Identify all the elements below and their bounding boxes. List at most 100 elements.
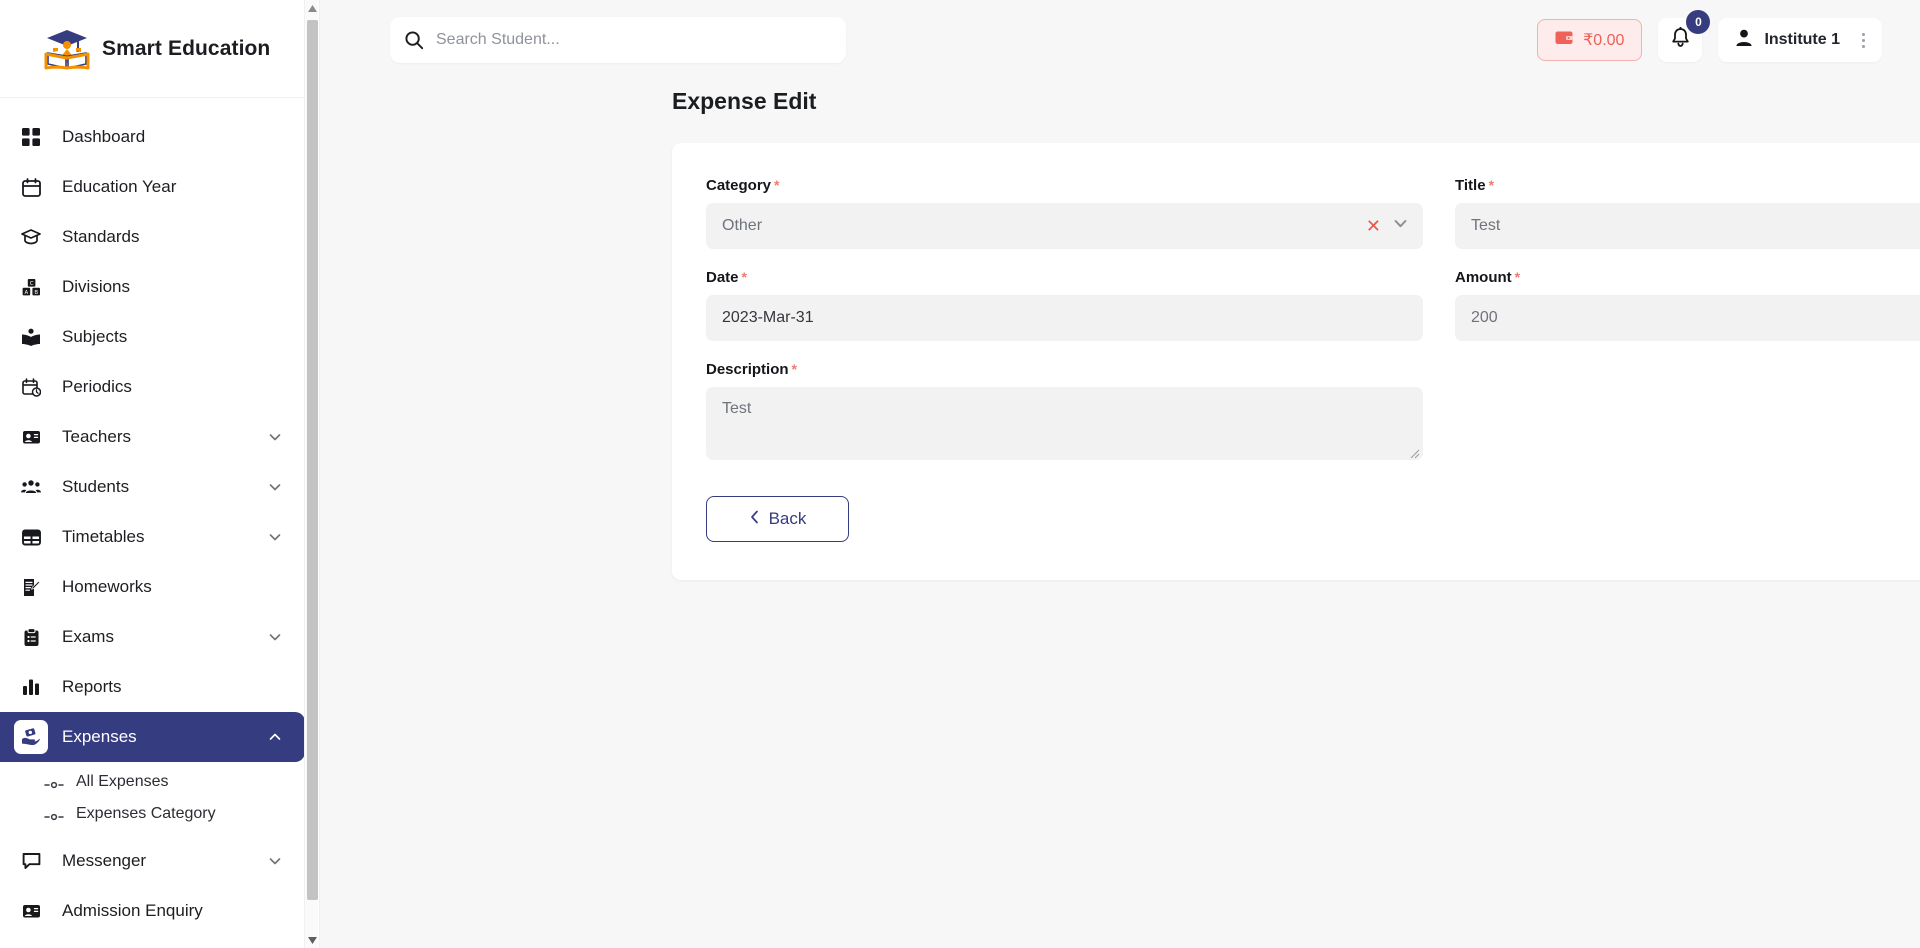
students-group-icon — [14, 470, 48, 504]
required-marker: * — [774, 177, 780, 193]
search-icon — [404, 30, 424, 50]
resize-handle-icon[interactable] — [1408, 446, 1420, 459]
required-marker: * — [741, 269, 747, 285]
chevron-down-icon — [267, 429, 283, 445]
sidebar: Smart Education Dashboard Education Year — [0, 0, 320, 948]
main-content: ₹0.00 0 Institute 1 Expense Edit — [320, 0, 1920, 948]
field-title: Title * Test — [1455, 177, 1920, 249]
bar-chart-icon — [14, 670, 48, 704]
wallet-amount: ₹0.00 — [1583, 32, 1625, 49]
description-textarea[interactable]: Test — [706, 387, 1423, 460]
open-book-icon — [14, 320, 48, 354]
scrollbar-thumb[interactable] — [307, 20, 318, 900]
sidebar-item-label: Admission Enquiry — [62, 901, 203, 920]
clipboard-list-icon — [14, 620, 48, 654]
search-input[interactable] — [436, 31, 832, 49]
sidebar-item-label: Timetables — [62, 527, 145, 546]
wallet-icon — [1555, 30, 1574, 50]
top-bar-actions: ₹0.00 0 Institute 1 — [1537, 10, 1882, 62]
chevron-left-icon — [749, 509, 760, 529]
sidebar-item-label: Messenger — [62, 851, 147, 870]
sidebar-item-education-year[interactable]: Education Year — [0, 162, 305, 212]
sidebar-item-reports[interactable]: Reports — [0, 662, 305, 712]
chevron-down-icon — [267, 529, 283, 545]
sidebar-item-admission-enquiry[interactable]: Admission Enquiry — [0, 886, 305, 936]
title-label: Title * — [1455, 177, 1920, 194]
hand-money-icon — [14, 720, 48, 754]
person-board-icon — [14, 894, 48, 928]
sidebar-item-students[interactable]: Students — [0, 462, 305, 512]
amount-label: Amount * — [1455, 269, 1920, 286]
sidebar-subitem-all-expenses[interactable]: All Expenses — [0, 766, 305, 798]
chevron-down-icon — [267, 853, 283, 869]
notification-badge: 0 — [1686, 10, 1711, 34]
sidebar-item-homeworks[interactable]: Homeworks — [0, 562, 305, 612]
expense-edit-form-card: Category * Other ✕ Title * Test Date * 2… — [672, 143, 1920, 580]
category-select[interactable]: Other ✕ — [706, 203, 1423, 249]
title-input[interactable]: Test — [1455, 203, 1920, 249]
top-bar: ₹0.00 0 Institute 1 — [320, 0, 1920, 80]
sidebar-item-label: Divisions — [62, 277, 131, 296]
sidebar-item-timetables[interactable]: Timetables — [0, 512, 305, 562]
form-actions: Back Submit — [706, 496, 1920, 542]
sidebar-subitem-label: Expenses Category — [76, 805, 216, 822]
title-label-text: Title — [1455, 177, 1486, 194]
amount-label-text: Amount — [1455, 269, 1512, 286]
user-avatar-icon — [1734, 28, 1754, 53]
brand-header[interactable]: Smart Education — [0, 0, 305, 98]
calendar-clock-icon — [14, 370, 48, 404]
back-button[interactable]: Back — [706, 496, 849, 542]
sidebar-item-expenses[interactable]: Expenses — [0, 712, 305, 762]
sidebar-item-exams[interactable]: Exams — [0, 612, 305, 662]
graduation-cap-book-logo — [44, 27, 90, 71]
svg-text:B: B — [34, 289, 38, 295]
description-value: Test — [722, 400, 752, 417]
required-marker: * — [1514, 269, 1521, 285]
description-label: Description * — [706, 361, 1423, 378]
sidebar-item-periodics[interactable]: Periodics — [0, 362, 305, 412]
kebab-menu-icon[interactable] — [1850, 32, 1876, 48]
sidebar-item-label: Students — [62, 477, 130, 496]
app-root: Smart Education Dashboard Education Year — [0, 0, 1920, 948]
date-label: Date * — [706, 269, 1423, 286]
svg-text:A: A — [24, 289, 28, 295]
category-selected-value: Other — [722, 217, 763, 234]
date-input[interactable]: 2023-Mar-31 — [706, 295, 1423, 341]
scroll-down-arrow-icon[interactable] — [305, 932, 319, 948]
sidebar-item-label: Homeworks — [62, 577, 152, 596]
sidebar-item-label: Expenses — [62, 727, 137, 746]
calendar-icon — [14, 170, 48, 204]
teacher-board-icon — [14, 420, 48, 454]
brand-name: Smart Education — [102, 36, 271, 60]
sidebar-subitem-expenses-category[interactable]: Expenses Category — [0, 798, 305, 830]
field-date: Date * 2023-Mar-31 — [706, 269, 1423, 341]
notifications-button[interactable]: 0 — [1658, 10, 1711, 62]
user-name: Institute 1 — [1764, 31, 1840, 48]
chat-bubble-icon — [14, 844, 48, 878]
table-grid-icon — [14, 520, 48, 554]
svg-text:C: C — [29, 281, 33, 287]
back-button-label: Back — [768, 509, 807, 528]
category-label-text: Category — [706, 177, 772, 194]
sidebar-item-standards[interactable]: Standards — [0, 212, 305, 262]
search-box[interactable] — [390, 17, 846, 63]
sidebar-item-dashboard[interactable]: Dashboard — [0, 112, 305, 162]
chevron-down-icon[interactable] — [1392, 215, 1409, 237]
clear-x-icon[interactable]: ✕ — [1366, 217, 1381, 235]
sidebar-item-subjects[interactable]: Subjects — [0, 312, 305, 362]
bullet-dash-icon — [44, 809, 64, 821]
scroll-up-arrow-icon[interactable] — [305, 0, 319, 16]
sidebar-item-divisions[interactable]: CAB Divisions — [0, 262, 305, 312]
wallet-balance-button[interactable]: ₹0.00 — [1537, 19, 1643, 61]
form-grid: Category * Other ✕ Title * Test Date * 2… — [706, 177, 1920, 460]
expenses-subnav: All Expenses Expenses Category — [0, 762, 305, 836]
user-menu-button[interactable]: Institute 1 — [1718, 18, 1882, 62]
sidebar-item-messenger[interactable]: Messenger — [0, 836, 305, 886]
sidebar-item-label: Periodics — [62, 377, 132, 396]
required-marker: * — [791, 361, 797, 377]
amount-input[interactable]: 200 — [1455, 295, 1920, 341]
document-pencil-icon — [14, 570, 48, 604]
sidebar-item-teachers[interactable]: Teachers — [0, 412, 305, 462]
bullet-dash-icon — [44, 777, 64, 789]
sidebar-scrollbar[interactable] — [304, 0, 318, 948]
